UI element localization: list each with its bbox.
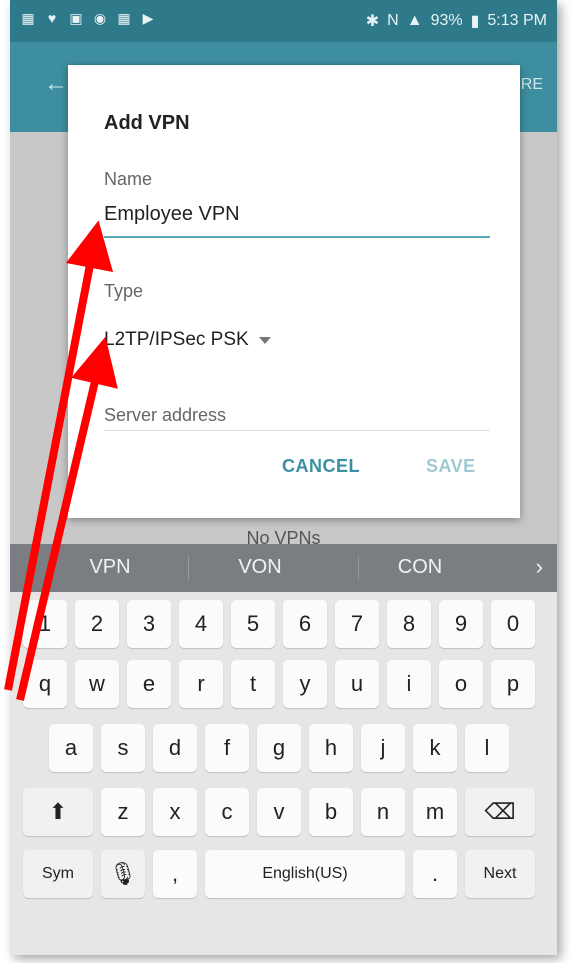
wifi-icon: ◉ xyxy=(93,10,107,26)
key-y[interactable]: y xyxy=(283,660,327,708)
key-d[interactable]: d xyxy=(153,724,197,772)
key-s[interactable]: s xyxy=(101,724,145,772)
key-3[interactable]: 3 xyxy=(127,600,171,648)
suggestion-divider xyxy=(188,556,189,580)
key-m[interactable]: m xyxy=(413,788,457,836)
add-vpn-dialog: Add VPN Name Employee VPN Type L2TP/IPSe… xyxy=(68,65,520,518)
key-c[interactable]: c xyxy=(205,788,249,836)
type-selected-value: L2TP/IPSec PSK xyxy=(104,329,249,350)
name-input-underline xyxy=(104,236,490,238)
key-p[interactable]: p xyxy=(491,660,535,708)
key-l[interactable]: l xyxy=(465,724,509,772)
key-8[interactable]: 8 xyxy=(387,600,431,648)
signal-icon: ▲ xyxy=(406,12,423,29)
backspace-key[interactable]: ⌫ xyxy=(465,788,535,836)
back-arrow-icon[interactable]: ← xyxy=(44,70,68,98)
twitter-icon: ♥ xyxy=(47,10,57,26)
key-x[interactable]: x xyxy=(153,788,197,836)
soft-keyboard: VPN VON CON › 1 2 3 4 5 6 7 8 9 0 q w e … xyxy=(10,544,557,955)
key-j[interactable]: j xyxy=(361,724,405,772)
clock: 5:13 PM xyxy=(487,12,547,29)
nfc-icon: N xyxy=(387,12,399,29)
sym-key[interactable]: Sym xyxy=(23,850,93,898)
chevron-right-icon[interactable]: › xyxy=(536,554,543,580)
key-f[interactable]: f xyxy=(205,724,249,772)
status-bar: ▦ ♥ ▣ ◉ ▦ ▶ ✱ N ▲ 93% ▮ 5:13 PM xyxy=(10,0,557,42)
more-button[interactable]: RE xyxy=(521,76,543,94)
key-w[interactable]: w xyxy=(75,660,119,708)
calendar-icon: ▦ xyxy=(117,10,131,26)
key-z[interactable]: z xyxy=(101,788,145,836)
key-u[interactable]: u xyxy=(335,660,379,708)
play-icon: ▶ xyxy=(142,10,154,26)
calendar-icon: ▦ xyxy=(21,10,35,26)
key-5[interactable]: 5 xyxy=(231,600,275,648)
name-label: Name xyxy=(104,169,153,189)
key-t[interactable]: t xyxy=(231,660,275,708)
key-e[interactable]: e xyxy=(127,660,171,708)
key-0[interactable]: 0 xyxy=(491,600,535,648)
cancel-button[interactable]: CANCEL xyxy=(282,456,360,477)
battery-percent: 93% xyxy=(430,12,463,29)
key-o[interactable]: o xyxy=(439,660,483,708)
key-g[interactable]: g xyxy=(257,724,301,772)
name-input[interactable]: Employee VPN xyxy=(104,203,240,226)
key-q[interactable]: q xyxy=(23,660,67,708)
shift-key[interactable]: ⬆ xyxy=(23,788,93,836)
key-9[interactable]: 9 xyxy=(439,600,483,648)
phone-screen: ▦ ♥ ▣ ◉ ▦ ▶ ✱ N ▲ 93% ▮ 5:13 PM ← RE No … xyxy=(10,0,557,955)
dialog-title: Add VPN xyxy=(104,112,190,134)
key-h[interactable]: h xyxy=(309,724,353,772)
key-r[interactable]: r xyxy=(179,660,223,708)
key-i[interactable]: i xyxy=(387,660,431,708)
status-right: ✱ N ▲ 93% ▮ 5:13 PM xyxy=(366,11,547,31)
gallery-icon: ▣ xyxy=(69,10,83,26)
key-n[interactable]: n xyxy=(361,788,405,836)
type-label: Type xyxy=(104,281,144,301)
key-a[interactable]: a xyxy=(49,724,93,772)
suggestion-2[interactable]: VON xyxy=(200,556,320,579)
key-4[interactable]: 4 xyxy=(179,600,223,648)
save-button[interactable]: SAVE xyxy=(426,456,476,477)
microphone-icon[interactable]: 🎙 xyxy=(101,850,145,898)
key-b[interactable]: b xyxy=(309,788,353,836)
server-address-label: Server address xyxy=(104,405,227,425)
space-key[interactable]: English(US) xyxy=(205,850,405,898)
dropdown-arrow-icon xyxy=(258,336,271,344)
notification-icons: ▦ ♥ ▣ ◉ ▦ ▶ xyxy=(20,10,156,26)
key-2[interactable]: 2 xyxy=(75,600,119,648)
next-key[interactable]: Next xyxy=(465,850,535,898)
key-v[interactable]: v xyxy=(257,788,301,836)
type-dropdown[interactable]: L2TP/IPSec PSK xyxy=(104,329,271,351)
key-6[interactable]: 6 xyxy=(283,600,327,648)
suggestion-3[interactable]: CON xyxy=(360,556,480,579)
suggestion-1[interactable]: VPN xyxy=(50,556,170,579)
server-address-input[interactable] xyxy=(104,430,490,431)
comma-key[interactable]: , xyxy=(153,850,197,898)
bluetooth-icon: ✱ xyxy=(365,13,380,30)
key-k[interactable]: k xyxy=(413,724,457,772)
battery-icon: ▮ xyxy=(470,13,480,30)
key-7[interactable]: 7 xyxy=(335,600,379,648)
suggestion-divider xyxy=(358,556,359,580)
key-1[interactable]: 1 xyxy=(23,600,67,648)
period-key[interactable]: . xyxy=(413,850,457,898)
suggestion-bar: VPN VON CON › xyxy=(10,544,557,592)
